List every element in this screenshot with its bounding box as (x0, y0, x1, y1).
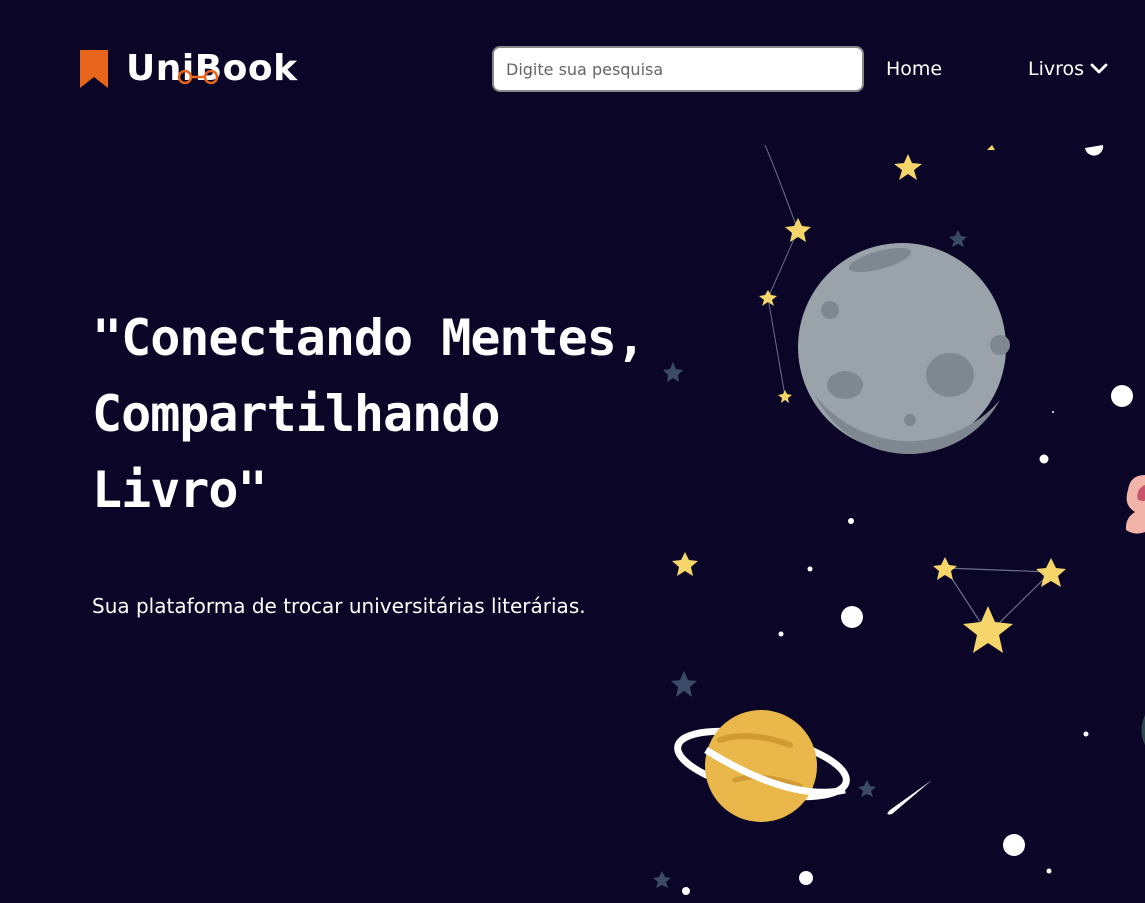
landing-page: UniBook Home Livros "Conectando Mentes, … (0, 0, 1145, 903)
nav-livros-dropdown[interactable]: Livros (1028, 58, 1108, 80)
comet-icon (887, 780, 932, 815)
hero-subtitle: Sua plataforma de trocar universitárias … (92, 594, 586, 618)
planet-icon (674, 710, 850, 822)
edge-decoration (1125, 475, 1145, 745)
nav-home-link[interactable]: Home (886, 58, 942, 80)
nav-livros-label: Livros (1028, 58, 1085, 80)
glasses-icon (177, 70, 219, 84)
bookmark-icon (80, 50, 108, 88)
constellation-line (764, 144, 799, 397)
hero-title: "Conectando Mentes, Compartilhando Livro… (92, 309, 646, 519)
moon-icon (798, 243, 1010, 455)
brand-logo[interactable]: UniBook (78, 48, 298, 90)
chevron-down-icon (1090, 63, 1108, 74)
space-illustration (653, 144, 1145, 895)
top-header: UniBook Home Livros (0, 0, 1145, 140)
search-input[interactable] (492, 46, 864, 92)
